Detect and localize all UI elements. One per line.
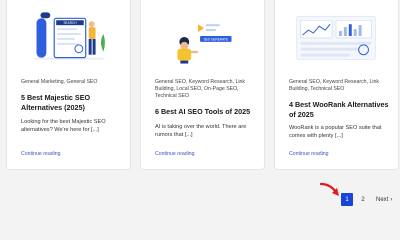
post-categories[interactable]: General Marketing, General SEO — [21, 79, 122, 86]
post-categories[interactable]: General SEO, Keyword Research, Link Buil… — [155, 79, 256, 100]
thumbnail-label: SEO GENERATE — [204, 38, 228, 42]
continue-reading-link[interactable]: Continue reading — [21, 151, 61, 157]
next-label: Next — [376, 196, 389, 203]
post-title[interactable]: 4 Best WooRank Alternatives of 2025 — [289, 100, 392, 120]
post-card: SEO GENERATE General SEO, Keyword Resear… — [140, 0, 265, 170]
post-card: General SEO, Keyword Research, Link Buil… — [274, 0, 399, 170]
post-excerpt: AI is taking over the world. There are r… — [155, 124, 247, 138]
chevron-right-icon: › — [390, 196, 393, 203]
post-card: SEARCH General Marketing, General SEO 5 … — [6, 0, 131, 170]
pagination: 1 2 Next › — [341, 193, 392, 206]
page-1-button[interactable]: 1 — [341, 193, 353, 206]
post-thumbnail-illustration[interactable]: SEO GENERATE — [141, 6, 264, 66]
post-title[interactable]: 6 Best AI SEO Tools of 2025 — [155, 107, 258, 117]
red-arrow-annotation — [320, 182, 339, 196]
thumbnail-label: SEARCH — [63, 21, 76, 25]
page-2-button[interactable]: 2 — [357, 193, 369, 206]
post-title[interactable]: 5 Best Majestic SEO Alternatives (2025) — [21, 93, 124, 113]
post-excerpt: Looking for the best Majestic SEO altern… — [21, 119, 106, 133]
continue-reading-link[interactable]: Continue reading — [155, 151, 195, 157]
post-thumbnail-illustration[interactable] — [275, 6, 398, 66]
post-excerpt: WooRank is a popular SEO suite that come… — [289, 125, 382, 139]
continue-reading-link[interactable]: Continue reading — [289, 151, 329, 157]
next-page-button[interactable]: Next › — [376, 197, 392, 203]
post-categories[interactable]: General SEO, Keyword Research, Link Buil… — [289, 79, 390, 93]
post-thumbnail-illustration[interactable]: SEARCH — [7, 6, 130, 66]
